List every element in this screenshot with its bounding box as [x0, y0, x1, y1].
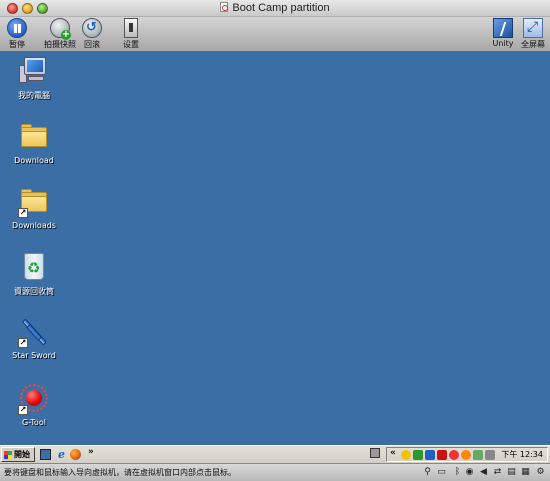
shortcut-arrow-icon: ↗	[18, 208, 28, 218]
start-button[interactable]: 開始	[1, 447, 35, 462]
bluetooth-icon[interactable]: ᛒ	[452, 467, 463, 478]
shortcut-arrow-icon: ↗	[18, 338, 28, 348]
window-title: Boot Camp partition	[0, 2, 550, 14]
snapshot-icon	[50, 18, 71, 40]
desktop-icon-download[interactable]: Download	[0, 121, 69, 165]
show-desktop-icon[interactable]	[40, 449, 51, 460]
windows-taskbar: 開始 e » « 下午 12:34	[0, 445, 550, 463]
pause-button[interactable]: 暂停	[5, 18, 29, 50]
hard-disk-icon[interactable]: ▭	[436, 467, 447, 478]
settings-icon	[124, 18, 138, 38]
volume-icon[interactable]	[485, 450, 495, 460]
antivirus-icon[interactable]	[437, 450, 447, 460]
usb-icon[interactable]: ⚲	[422, 467, 433, 478]
guest-desktop[interactable]: 我的電腦 Download ↗ Downloads ♻ 資源回收筒 ↗ Star…	[0, 53, 550, 445]
revert-button[interactable]: 回滚	[80, 18, 104, 50]
vm-toolbar: 暂停 拍摄快照 回滚 设置 Unity 全屏幕	[0, 17, 550, 52]
update-icon[interactable]	[413, 450, 423, 460]
cd-drive-icon[interactable]: ◉	[464, 467, 475, 478]
shared-folders-icon[interactable]: ▦	[520, 467, 531, 478]
internet-explorer-icon[interactable]: e	[56, 449, 67, 460]
desktop-icon-recycle-bin[interactable]: ♻ 資源回收筒	[0, 251, 69, 297]
fullscreen-button[interactable]: 全屏幕	[519, 18, 547, 50]
unity-label: Unity	[492, 39, 514, 48]
computer-icon	[18, 55, 50, 87]
desktop-icon-label: 資源回收筒	[14, 287, 54, 296]
clock[interactable]: 下午 12:34	[501, 449, 543, 460]
unity-button[interactable]: Unity	[491, 18, 515, 48]
app-tray-icon[interactable]	[473, 450, 483, 460]
folder-shortcut-icon: ↗	[18, 186, 50, 218]
vm-statusbar: 要将键盘和鼠标输入导向虚拟机，请在虚拟机窗口内部点击鼠标。 ⚲ ▭ ᛒ ◉ ◀ …	[0, 463, 550, 481]
desktop-icon-star-sword[interactable]: ↗ Star Sword	[0, 316, 69, 360]
firefox-icon[interactable]	[70, 449, 81, 460]
system-tray: « 下午 12:34	[386, 447, 548, 462]
printer-icon[interactable]: ▤	[506, 467, 517, 478]
desktop-icon-label: Downloads	[12, 221, 56, 230]
recycle-bin-icon: ♻	[18, 251, 50, 283]
settings-label: 设置	[123, 40, 139, 49]
snapshot-button[interactable]: 拍摄快照	[44, 18, 76, 50]
revert-label: 回滚	[84, 40, 100, 49]
desktop-icon-downloads[interactable]: ↗ Downloads	[0, 186, 69, 230]
unity-icon	[493, 18, 513, 38]
network-adapter-icon[interactable]: ⇄	[492, 467, 503, 478]
desktop-icon-label: G-Tool	[22, 418, 46, 427]
fullscreen-label: 全屏幕	[521, 40, 545, 49]
desktop-icon-label: Star Sword	[12, 351, 56, 360]
pause-icon	[7, 18, 27, 38]
desktop-icon-label: 我的電腦	[18, 91, 50, 100]
folder-icon	[18, 121, 50, 153]
tray-expand-button[interactable]: «	[390, 448, 396, 458]
quick-launch-more-button[interactable]: »	[88, 447, 99, 458]
red-dot-icon: ↗	[18, 383, 50, 415]
sword-icon: ↗	[18, 316, 50, 348]
flame-icon[interactable]	[461, 450, 471, 460]
vmware-tools-icon[interactable]	[425, 450, 435, 460]
start-label: 開始	[14, 450, 30, 459]
snapshot-label: 拍摄快照	[44, 40, 76, 49]
audio-icon[interactable]: ◀	[478, 467, 489, 478]
shortcut-arrow-icon: ↗	[18, 405, 28, 415]
alert-icon[interactable]	[449, 450, 459, 460]
status-message: 要将键盘和鼠标输入导向虚拟机，请在虚拟机窗口内部点击鼠标。	[4, 468, 236, 477]
window-titlebar[interactable]: Boot Camp partition	[0, 0, 550, 17]
window-title-text: Boot Camp partition	[232, 2, 330, 14]
settings-button[interactable]: 设置	[119, 18, 143, 50]
document-icon	[220, 2, 229, 12]
desktop-icon-label: Download	[14, 156, 54, 165]
desktop-icon-g-tool[interactable]: ↗ G-Tool	[0, 383, 69, 427]
windows-logo-icon	[4, 451, 12, 459]
desktop-icon-my-computer[interactable]: 我的電腦	[0, 55, 69, 101]
settings-gear-icon[interactable]: ⚙	[535, 467, 546, 478]
fullscreen-icon	[523, 18, 543, 38]
shield-icon[interactable]	[401, 450, 411, 460]
pause-label: 暂停	[9, 40, 25, 49]
revert-icon	[82, 18, 102, 38]
network-icon[interactable]	[370, 448, 380, 458]
